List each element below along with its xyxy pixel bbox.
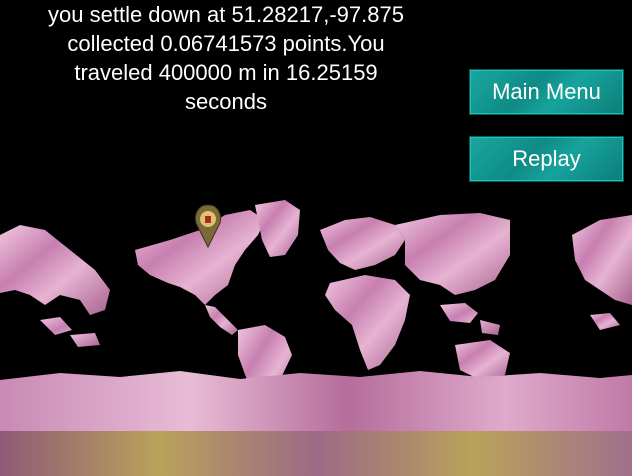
- result-line-2: collected 0.06741573 points.You: [67, 31, 385, 56]
- replay-label: Replay: [512, 146, 581, 171]
- landmass-left-islands: [40, 317, 100, 347]
- replay-button[interactable]: Replay: [469, 136, 624, 182]
- bottom-band: [0, 431, 632, 476]
- world-map: [0, 200, 632, 476]
- result-line-1: you settle down at 51.28217,-97.875: [48, 2, 404, 27]
- landmass-southeast-asia: [440, 303, 500, 335]
- landmass-right-wrap: [572, 215, 632, 305]
- landmass-africa: [325, 275, 410, 370]
- landmass-antarctica: [0, 371, 632, 431]
- result-line-3: traveled 400000 m in 16.25159: [74, 60, 378, 85]
- main-menu-button[interactable]: Main Menu: [469, 69, 624, 115]
- landmass-central-america: [205, 305, 238, 335]
- landmass-australia: [455, 340, 510, 380]
- landmass-asia: [395, 213, 510, 295]
- landmass-left-wrap: [0, 225, 110, 315]
- result-line-4: seconds: [185, 89, 267, 114]
- landmass-greenland: [255, 200, 300, 257]
- game-screen: you settle down at 51.28217,-97.875 coll…: [0, 0, 632, 476]
- main-menu-label: Main Menu: [492, 79, 601, 104]
- landmass-right-islands: [590, 313, 620, 330]
- landmass-europe: [320, 217, 405, 270]
- result-message: you settle down at 51.28217,-97.875 coll…: [0, 0, 452, 116]
